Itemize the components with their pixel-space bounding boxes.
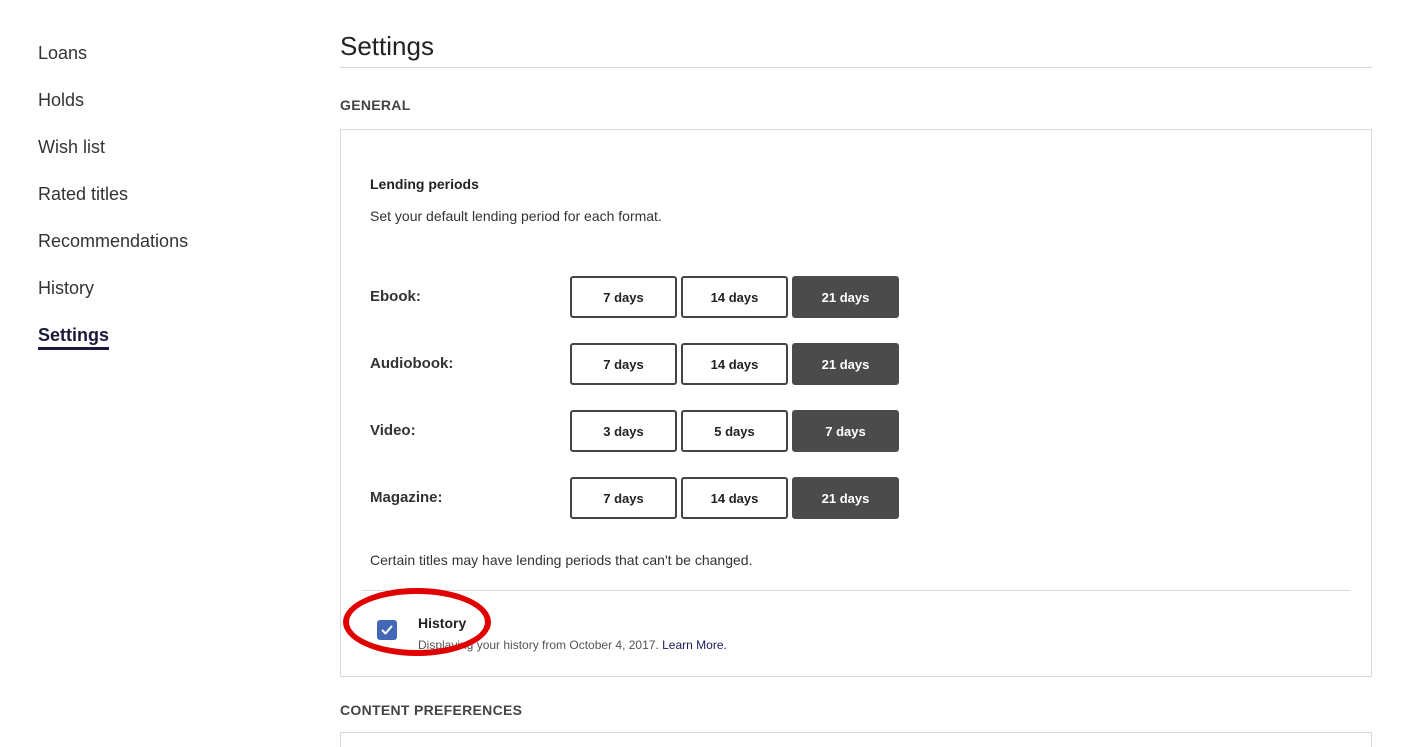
sidebar-nav: Loans Holds Wish list Rated titles Recom…: [38, 38, 278, 367]
checkmark-icon: [381, 625, 393, 635]
period-button-video-5[interactable]: 5 days: [681, 410, 788, 452]
period-button-ebook-21[interactable]: 21 days: [792, 276, 899, 318]
sidebar-item-loans[interactable]: Loans: [38, 38, 278, 85]
sidebar-item-rated-titles[interactable]: Rated titles: [38, 179, 278, 226]
history-description-text: Displaying your history from October 4, …: [418, 638, 659, 652]
lending-row-ebook: Ebook: 7 days 14 days 21 days: [370, 276, 930, 318]
lending-row-video: Video: 3 days 5 days 7 days: [370, 410, 930, 452]
lending-periods-title: Lending periods: [370, 176, 479, 192]
sidebar-item-wish-list[interactable]: Wish list: [38, 132, 278, 179]
period-button-video-7[interactable]: 7 days: [792, 410, 899, 452]
period-button-audiobook-7[interactable]: 7 days: [570, 343, 677, 385]
sidebar-item-label: Holds: [38, 90, 85, 110]
page-title: Settings: [340, 26, 1372, 68]
period-button-video-3[interactable]: 3 days: [570, 410, 677, 452]
settings-page: Loans Holds Wish list Rated titles Recom…: [0, 0, 1401, 747]
sidebar-item-label: Rated titles: [38, 184, 129, 204]
section-heading-content-preferences: CONTENT PREFERENCES: [340, 702, 523, 718]
sidebar-item-settings[interactable]: Settings: [38, 320, 278, 367]
lending-periods-description: Set your default lending period for each…: [370, 208, 662, 224]
format-label: Video:: [370, 422, 416, 439]
sidebar-item-holds[interactable]: Holds: [38, 85, 278, 132]
sidebar-item-history[interactable]: History: [38, 273, 278, 320]
format-label: Magazine:: [370, 489, 443, 506]
period-button-magazine-21[interactable]: 21 days: [792, 477, 899, 519]
section-heading-general: GENERAL: [340, 97, 411, 113]
general-settings-panel: Lending periods Set your default lending…: [340, 129, 1372, 677]
history-label: History: [418, 615, 467, 631]
period-button-magazine-7[interactable]: 7 days: [570, 477, 677, 519]
period-button-ebook-7[interactable]: 7 days: [570, 276, 677, 318]
learn-more-link[interactable]: Learn More.: [662, 638, 727, 652]
period-button-group: 7 days 14 days 21 days: [570, 276, 899, 318]
period-button-group: 7 days 14 days 21 days: [570, 477, 899, 519]
period-button-group: 7 days 14 days 21 days: [570, 343, 899, 385]
sidebar-item-label: Settings: [38, 323, 110, 350]
sidebar-item-label: Loans: [38, 43, 88, 63]
period-button-audiobook-21[interactable]: 21 days: [792, 343, 899, 385]
lending-periods-note: Certain titles may have lending periods …: [370, 552, 753, 568]
content-preferences-panel: [340, 732, 1372, 747]
divider: [362, 590, 1350, 591]
period-button-group: 3 days 5 days 7 days: [570, 410, 899, 452]
sidebar-item-label: Recommendations: [38, 231, 189, 251]
period-button-audiobook-14[interactable]: 14 days: [681, 343, 788, 385]
period-button-ebook-14[interactable]: 14 days: [681, 276, 788, 318]
period-button-magazine-14[interactable]: 14 days: [681, 477, 788, 519]
format-label: Ebook:: [370, 288, 421, 305]
sidebar-item-label: History: [38, 278, 95, 298]
lending-row-magazine: Magazine: 7 days 14 days 21 days: [370, 477, 930, 519]
history-description: Displaying your history from October 4, …: [418, 638, 727, 652]
sidebar-item-recommendations[interactable]: Recommendations: [38, 226, 278, 273]
history-checkbox[interactable]: [377, 620, 397, 640]
sidebar-item-label: Wish list: [38, 137, 105, 157]
main-content: Settings GENERAL Lending periods Set you…: [340, 26, 1372, 747]
format-label: Audiobook:: [370, 355, 454, 372]
lending-row-audiobook: Audiobook: 7 days 14 days 21 days: [370, 343, 930, 385]
